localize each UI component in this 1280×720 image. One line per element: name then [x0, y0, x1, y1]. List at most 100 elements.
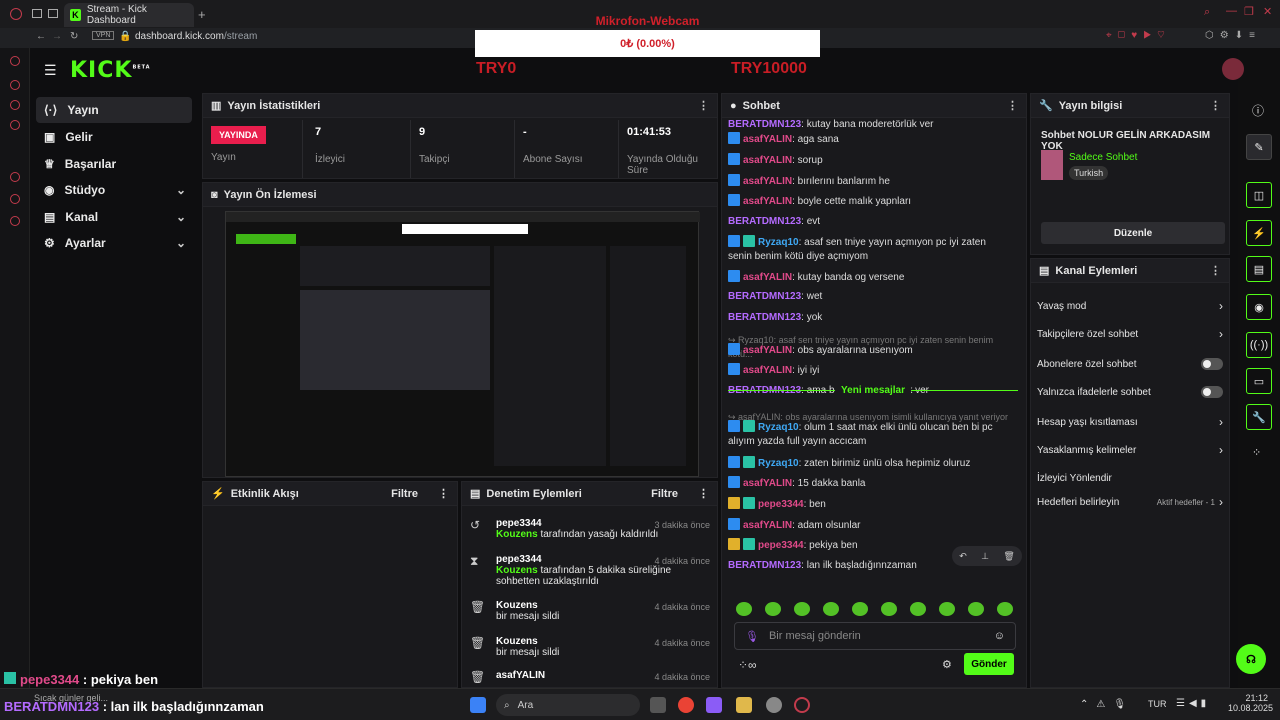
chat-message[interactable]: BERATDMN123: wet: [728, 290, 1012, 304]
url-text[interactable]: dashboard.kick.com/stream: [135, 31, 257, 42]
chat-username[interactable]: asafYALIN: [743, 176, 792, 187]
help-icon[interactable]: ☊: [1236, 644, 1266, 674]
emote-icon[interactable]: [736, 602, 752, 616]
chat-message[interactable]: BERATDMN123: evt: [728, 215, 1012, 229]
chat-message[interactable]: asafYALIN: iyi iyi: [728, 363, 1012, 378]
chat-username[interactable]: asafYALIN: [743, 345, 792, 356]
infinity-icon[interactable]: ⁘∞: [738, 658, 757, 672]
document-icon[interactable]: ▤: [1246, 256, 1272, 282]
chat-username[interactable]: Ryzaq10: [758, 458, 799, 469]
task-view-icon[interactable]: [650, 697, 666, 713]
copilot-icon[interactable]: [706, 697, 722, 713]
chat-username[interactable]: BERATDMN123: [728, 312, 801, 323]
channel-action-row[interactable]: İzleyici Yönlendir: [1037, 467, 1223, 489]
chat-message[interactable]: Ryzaq10: zaten birimiz ünlü olsa hepimiz…: [728, 456, 1012, 471]
channel-action-row[interactable]: Hedefleri belirleyin Aktif hedefler - 1 ›: [1037, 491, 1223, 513]
moderation-item[interactable]: 🗑 Kouzens bir mesajı sildi 4 dakika önce: [470, 636, 710, 670]
pencil-icon[interactable]: ✎: [1246, 134, 1272, 160]
chat-username[interactable]: BERATDMN123: [728, 119, 801, 130]
moderation-item[interactable]: ↺ pepe3344 Kouzens tarafından yasağı kaldı…: [470, 518, 710, 552]
back-icon[interactable]: ←: [36, 31, 46, 42]
delete-icon[interactable]: 🗑: [1003, 551, 1014, 562]
chat-username[interactable]: pepe3344: [758, 540, 804, 551]
chat-message[interactable]: asafYALIN: kutay banda og versene: [728, 270, 1012, 285]
more-icon[interactable]: ⋮: [438, 487, 449, 500]
windows-start-icon[interactable]: [470, 697, 486, 713]
info-icon[interactable]: ⓘ: [1252, 102, 1264, 119]
rail-icon-1[interactable]: [10, 56, 20, 66]
nav-gelir[interactable]: ▣ Gelir: [36, 124, 192, 150]
apps-icon[interactable]: ⁘: [1252, 446, 1261, 459]
chat-input[interactable]: 🎙 Bir mesaj gönderin ☺: [734, 622, 1016, 650]
network-volume-icons[interactable]: ☰◀▮: [1176, 698, 1210, 709]
clock[interactable]: 21:12 10.08.2025: [1228, 693, 1273, 713]
emoji-icon[interactable]: ☺: [994, 630, 1005, 642]
category-link[interactable]: Sadece Sohbet: [1069, 152, 1137, 163]
workspace-icon[interactable]: [32, 9, 42, 18]
chat-username[interactable]: BERATDMN123: [728, 291, 801, 302]
moderation-item[interactable]: 🗑 Kouzens bir mesajı sildi 4 dakika önce: [470, 600, 710, 634]
chat-username[interactable]: asafYALIN: [743, 272, 792, 283]
obs-icon[interactable]: [766, 697, 782, 713]
emote-icon[interactable]: [939, 602, 955, 616]
broadcast-icon[interactable]: ((·)): [1246, 332, 1272, 358]
chat-message[interactable]: Ryzaq10: asaf sen tniye yayın açmıyon pc…: [728, 235, 1012, 264]
chat-username[interactable]: pepe3344: [758, 499, 804, 510]
reload-icon[interactable]: ↻: [70, 31, 78, 42]
more-icon[interactable]: ⋮: [1210, 264, 1221, 277]
reply-icon[interactable]: ↶: [959, 551, 967, 562]
vpn-badge[interactable]: VPN: [92, 31, 115, 40]
rail-icon-3[interactable]: [10, 100, 20, 110]
scan-icon[interactable]: ◫: [1246, 182, 1272, 208]
maximize-icon[interactable]: ❐: [1244, 5, 1254, 18]
chat-username[interactable]: asafYALIN: [743, 478, 792, 489]
chat-username[interactable]: Ryzaq10: [758, 237, 799, 248]
new-tab-icon[interactable]: +: [198, 7, 206, 22]
chat-username[interactable]: asafYALIN: [743, 155, 792, 166]
close-window-icon[interactable]: ✕: [1263, 5, 1272, 18]
channel-action-row[interactable]: Takipçilere özel sohbet ›: [1037, 323, 1223, 345]
chat-message[interactable]: asafYALIN: adam olsunlar: [728, 518, 1012, 533]
toggle-switch[interactable]: [1201, 386, 1223, 398]
toggle-switch[interactable]: [1201, 358, 1223, 370]
more-icon[interactable]: ⋮: [698, 99, 709, 112]
chat-message[interactable]: BERATDMN123: kutay bana moderetörlük ver: [728, 118, 1012, 132]
chat-message[interactable]: asafYALIN: bırılerını banlarım he: [728, 174, 1012, 189]
rail-icon-6[interactable]: [10, 194, 20, 204]
chat-username[interactable]: Ryzaq10: [758, 422, 799, 433]
chat-message[interactable]: BERATDMN123: yok: [728, 311, 1012, 325]
channel-action-row[interactable]: Yalnızca ifadelerle sohbet: [1037, 381, 1223, 403]
channel-action-row[interactable]: Yasaklanmış kelimeler ›: [1037, 439, 1223, 461]
bolt-icon[interactable]: ⚡: [1246, 220, 1272, 246]
tab-stream[interactable]: K Stream - Kick Dashboard: [64, 3, 194, 27]
minimize-icon[interactable]: —: [1226, 5, 1237, 17]
chat-message[interactable]: pepe3344: ben: [728, 497, 1012, 512]
emote-icon[interactable]: [997, 602, 1013, 616]
chat-username[interactable]: BERATDMN123: [728, 216, 801, 227]
chat-message[interactable]: asafYALIN: boyle cette malık yapnları: [728, 194, 1012, 209]
channel-action-row[interactable]: Abonelere özel sohbet: [1037, 353, 1223, 375]
search-tabs-icon[interactable]: ⌕: [1204, 6, 1210, 19]
microphone-icon[interactable]: 🎙: [745, 630, 759, 643]
chat-username[interactable]: asafYALIN: [743, 196, 792, 207]
opera-icon[interactable]: [10, 8, 22, 20]
channel-action-row[interactable]: Yavaş mod ›: [1037, 295, 1223, 317]
chat-message[interactable]: Ryzaq10: olum 1 saat max elki ünlü oluca…: [728, 420, 1012, 449]
moderation-item[interactable]: ⧗ pepe3344 Kouzens tarafından 5 dakika sür…: [470, 554, 710, 594]
edit-button[interactable]: Düzenle: [1041, 222, 1225, 244]
chat-message[interactable]: asafYALIN: sorup: [728, 153, 1012, 168]
send-button[interactable]: Gönder: [964, 653, 1014, 675]
wrench-icon[interactable]: 🔧: [1246, 404, 1272, 430]
stream-preview-video[interactable]: [225, 211, 700, 477]
chat-username[interactable]: asafYALIN: [743, 365, 792, 376]
emote-icon[interactable]: [765, 602, 781, 616]
rail-icon-2[interactable]: [10, 80, 20, 90]
nav-yayin[interactable]: ⟨·⟩ Yayın: [36, 97, 192, 123]
nav-kanal[interactable]: ▤ Kanal ⌄: [36, 204, 192, 230]
emote-icon[interactable]: [852, 602, 868, 616]
nav-ayarlar[interactable]: ⚙ Ayarlar ⌄: [36, 230, 192, 256]
tabs-icon[interactable]: [48, 9, 58, 18]
opera-taskbar-icon[interactable]: [794, 697, 810, 713]
language-indicator[interactable]: TUR: [1148, 699, 1167, 709]
forward-icon[interactable]: →: [52, 31, 62, 42]
